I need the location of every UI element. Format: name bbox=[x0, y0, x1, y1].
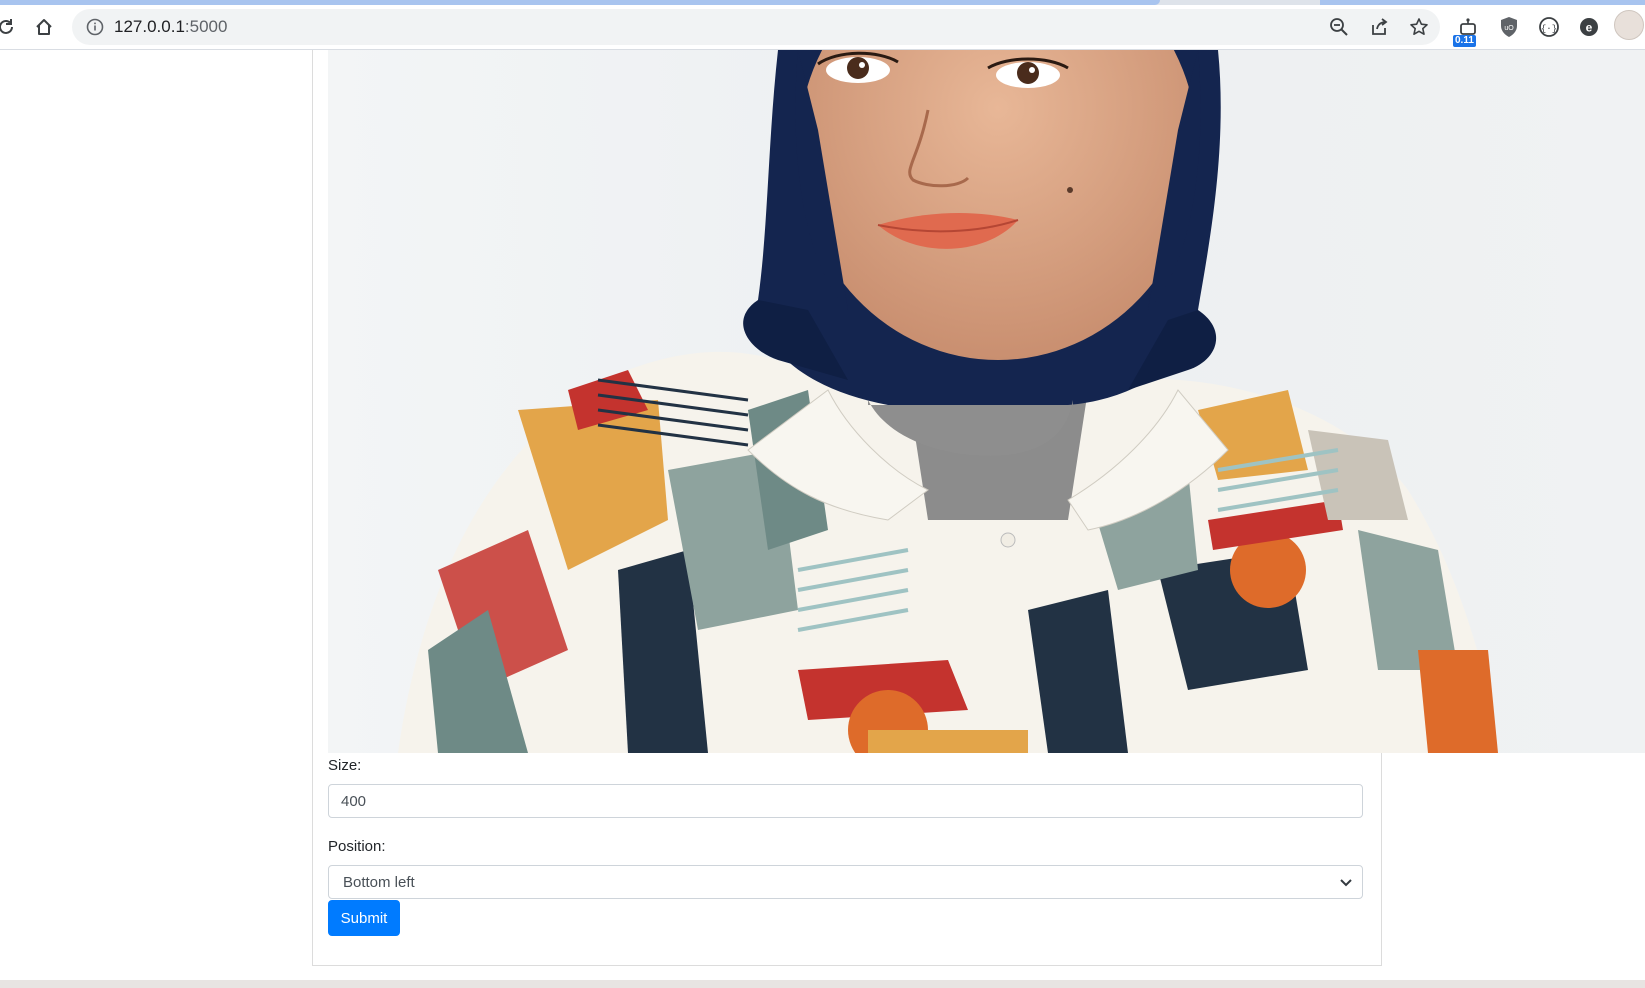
position-selected-value: Bottom left bbox=[343, 874, 415, 891]
position-label: Position: bbox=[328, 838, 386, 855]
site-info-icon[interactable] bbox=[84, 16, 106, 38]
share-icon[interactable] bbox=[1366, 14, 1392, 40]
browser-toolbar: 127.0.0.1:5000 0.11 uO {·} e bbox=[0, 5, 1645, 50]
extension-e-icon[interactable]: e bbox=[1575, 13, 1603, 41]
bookmark-star-icon[interactable] bbox=[1406, 14, 1432, 40]
url-host: 127.0.0.1 bbox=[114, 17, 185, 36]
size-input[interactable] bbox=[328, 784, 1363, 818]
submit-button[interactable]: Submit bbox=[328, 900, 400, 936]
extension-badge: 0.11 bbox=[1453, 35, 1476, 47]
zoom-icon[interactable] bbox=[1326, 14, 1352, 40]
url-text[interactable]: 127.0.0.1:5000 bbox=[114, 17, 227, 37]
svg-text:e: e bbox=[1586, 21, 1593, 35]
profile-avatar[interactable] bbox=[1614, 10, 1644, 40]
json-viewer-icon[interactable]: {·} bbox=[1535, 13, 1563, 41]
size-label: Size: bbox=[328, 757, 362, 774]
home-icon[interactable] bbox=[30, 13, 58, 41]
chevron-down-icon bbox=[1338, 874, 1354, 894]
ublock-icon[interactable]: uO bbox=[1495, 13, 1523, 41]
svg-text:uO: uO bbox=[1504, 25, 1514, 32]
window-bottom-edge bbox=[0, 980, 1645, 988]
address-bar[interactable]: 127.0.0.1:5000 bbox=[72, 9, 1440, 45]
svg-text:{·}: {·} bbox=[1541, 24, 1557, 34]
reload-icon[interactable] bbox=[0, 13, 20, 41]
position-select[interactable]: Bottom left bbox=[328, 865, 1363, 899]
uploaded-photo bbox=[328, 50, 1645, 753]
url-port: :5000 bbox=[184, 17, 228, 36]
